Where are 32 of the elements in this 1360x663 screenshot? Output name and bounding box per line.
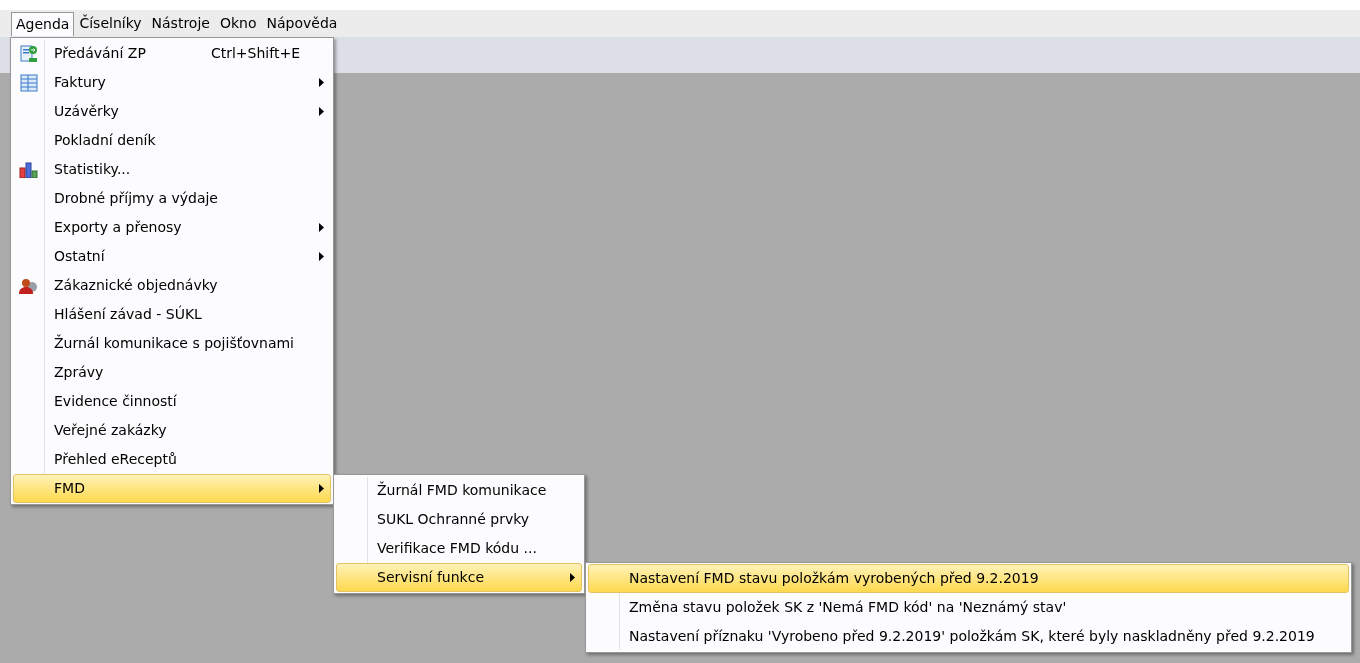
menu-bar-item[interactable]: Agenda [11,11,75,36]
menu-bar-item[interactable]: Okno [214,11,262,36]
table-icon [20,73,38,92]
bar-chart-icon [19,161,39,178]
menu-bar-item[interactable]: Číselníky [74,11,147,36]
menu-item[interactable]: Faktury [13,68,331,97]
menu-item[interactable]: Zprávy [13,358,331,387]
menu-item[interactable]: Žurnál FMD komunikace [336,476,582,505]
menu-item[interactable]: Změna stavu položek SK z 'Nemá FMD kód' na 'Neznámý stav' [588,593,1349,622]
menu-bar-item[interactable]: Nápověda [261,11,343,36]
menu-item[interactable]: Přehled eReceptů [13,445,331,474]
menu-item[interactable]: Exporty a přenosy [13,213,331,242]
menu-item[interactable]: Statistiky... [13,155,331,184]
menu-item[interactable]: Uzávěrky [13,97,331,126]
menu-item[interactable]: Předávání ZP Ctrl+Shift+E [13,39,331,68]
menu-item[interactable]: Verifikace FMD kódu ... [336,534,582,563]
menu-item[interactable]: Nastavení FMD stavu položkám vyrobených před 9.2.2019 [588,564,1349,593]
menu-bar-item[interactable]: Nástroje [146,11,215,36]
menu-item[interactable]: Drobné příjmy a výdaje [13,184,331,213]
menu-item[interactable]: Veřejné zakázky [13,416,331,445]
menu-item[interactable]: Nastavení příznaku 'Vyrobeno před 9.2.2019' položkám SK, které byly naskladněny před 9.2.2019 [588,622,1349,651]
menu-item[interactable]: Pokladní deník [13,126,331,155]
menu-item[interactable]: Žurnál komunikace s pojišťovnami [13,329,331,358]
person-icon [19,277,39,294]
menu-item[interactable]: Ostatní [13,242,331,271]
menu-item[interactable]: Servisní funkce [336,563,582,592]
menu-item[interactable]: Evidence činností [13,387,331,416]
menu-item[interactable]: SUKL Ochranné prvky [336,505,582,534]
menu-item[interactable]: Hlášení závad - SÚKL [13,300,331,329]
menu-item[interactable]: FMD [13,474,331,503]
menu-item[interactable]: Zákaznické objednávky [13,271,331,300]
document-arrow-icon [20,44,38,63]
